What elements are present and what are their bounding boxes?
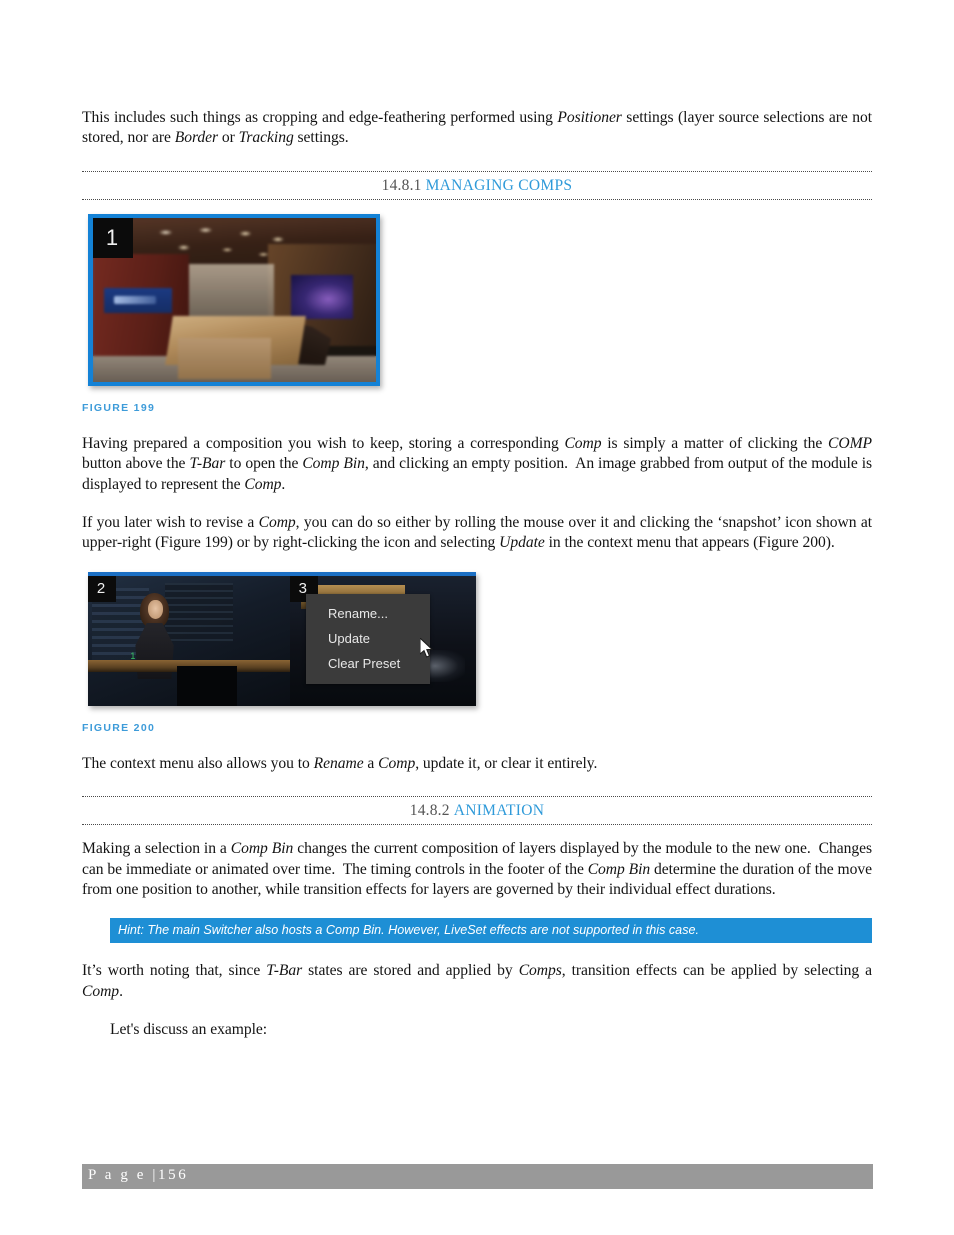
term-comp-bin-3: Comp Bin: [587, 860, 651, 878]
term-tbar-2: T-Bar: [266, 962, 303, 980]
context-menu[interactable]: Rename... Update Clear Preset: [306, 593, 430, 684]
section-title: MANAGING COMPS: [425, 176, 573, 194]
section-heading-14-8-2: 14.8.2 ANIMATION: [82, 796, 872, 826]
studio-green-marker: 1: [130, 651, 136, 662]
page-content: This includes such things as cropping an…: [82, 108, 872, 1059]
term-comp-3: Comp: [258, 514, 296, 532]
paragraph-intro: This includes such things as cropping an…: [82, 109, 872, 147]
term-comp-5: Comp: [82, 982, 120, 1000]
section-number: 14.8.1: [381, 176, 422, 194]
term-comp-button: COMP: [828, 434, 872, 452]
mouse-cursor-icon: [420, 637, 434, 658]
context-menu-item-clear-preset[interactable]: Clear Preset: [306, 651, 430, 676]
document-page: This includes such things as cropping an…: [0, 0, 954, 1235]
figure-200-image: 1 2 3 Rename... Update Clear Preset: [88, 571, 476, 706]
paragraph-storing-comp: Having prepared a composition you wish t…: [82, 434, 872, 493]
figure-200-caption: FIGURE 200: [82, 721, 156, 734]
term-rename: Rename: [313, 754, 364, 772]
studio-blur-overlay: [93, 217, 376, 382]
page-word: P a g e: [88, 1167, 147, 1183]
term-border: Border: [174, 129, 219, 147]
section-title-2: ANIMATION: [453, 802, 545, 820]
term-comp: Comp: [564, 434, 602, 452]
studio-dark-monitor: [176, 665, 238, 706]
term-comp-bin-2: Comp Bin: [230, 840, 294, 858]
hint-banner: Hint: The main Switcher also hosts a Com…: [110, 918, 872, 944]
comp-tile-number-1: 1: [93, 217, 133, 258]
page-footer-bar: P a g e |156: [82, 1164, 873, 1189]
figure-199-image: 1: [88, 213, 380, 386]
studio-equipment-rack-2: [164, 582, 234, 642]
term-update: Update: [499, 534, 545, 552]
term-comps: Comps: [518, 962, 562, 980]
paragraph-context-menu: The context menu also allows you to Rena…: [82, 754, 598, 772]
paragraph-animation: Making a selection in a Comp Bin changes…: [82, 840, 872, 899]
term-comp-bin: Comp Bin: [302, 455, 365, 473]
studio-talent-face: [147, 599, 163, 619]
figure-200-top-border: [88, 571, 476, 576]
section-number-2: 14.8.2: [409, 802, 450, 820]
paragraph-example: Let's discuss an example:: [110, 1021, 268, 1039]
section-heading-14-8-1: 14.8.1 MANAGING COMPS: [82, 170, 872, 200]
context-menu-item-update[interactable]: Update: [306, 626, 430, 651]
comp-tile-2: 1 2: [88, 571, 290, 706]
figure-199-caption: FIGURE 199: [82, 401, 156, 414]
term-tbar: T-Bar: [189, 455, 226, 473]
page-number-label: P a g e |156: [88, 1167, 188, 1184]
term-comp-4: Comp: [378, 754, 416, 772]
figure-199-scene: 1: [93, 217, 376, 382]
comp-tile-number-2: 2: [88, 575, 116, 602]
page-number: 156: [158, 1167, 189, 1183]
term-positioner: Positioner: [557, 109, 622, 126]
term-tracking: Tracking: [238, 129, 294, 147]
paragraph-revise-comp: If you later wish to revise a Comp, you …: [82, 514, 872, 552]
paragraph-tbar-states: It’s worth noting that, since T-Bar stat…: [82, 962, 873, 1000]
context-menu-item-rename[interactable]: Rename...: [306, 601, 430, 626]
term-comp-2: Comp: [244, 475, 282, 493]
